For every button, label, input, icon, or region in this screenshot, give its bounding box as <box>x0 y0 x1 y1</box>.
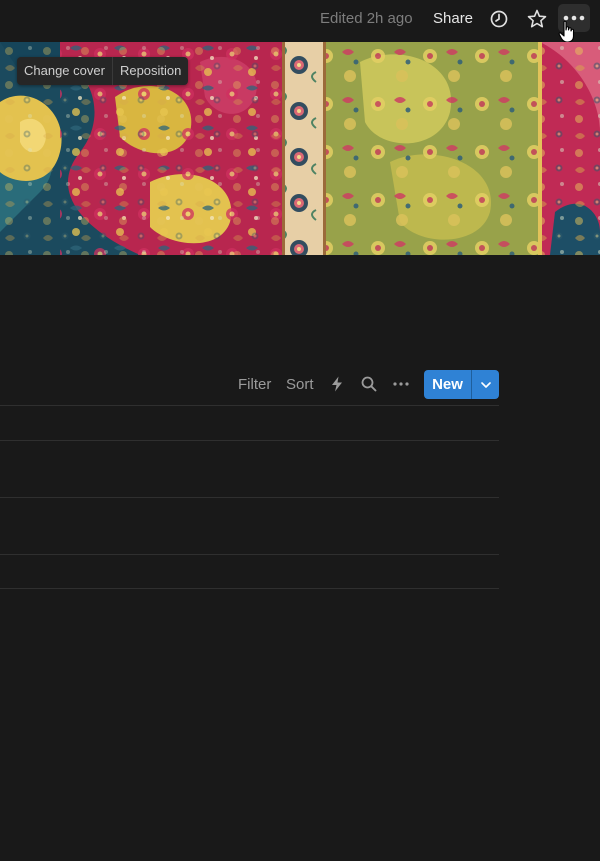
lightning-icon[interactable] <box>327 374 347 394</box>
database-toolbar: Filter Sort <box>0 370 600 400</box>
reposition-button[interactable]: Reposition <box>113 57 188 85</box>
share-button[interactable]: Share <box>433 10 473 27</box>
table-row-divider <box>0 440 499 441</box>
star-icon[interactable] <box>525 7 549 31</box>
change-cover-button[interactable]: Change cover <box>17 57 112 85</box>
hand-cursor-icon <box>558 20 575 43</box>
new-dropdown-button[interactable] <box>472 370 499 399</box>
edited-timestamp: Edited 2h ago <box>320 10 413 27</box>
table-header-divider <box>0 405 499 406</box>
new-button-group: New <box>424 370 499 399</box>
table-row-divider <box>0 497 499 498</box>
clock-icon[interactable] <box>487 7 511 31</box>
cover-actions: Change cover Reposition <box>17 57 189 85</box>
search-icon[interactable] <box>359 374 379 394</box>
more-horizontal-icon[interactable] <box>391 374 411 394</box>
filter-button[interactable]: Filter <box>238 376 271 393</box>
chevron-down-icon <box>480 381 491 388</box>
sort-button[interactable]: Sort <box>286 376 314 393</box>
table-row-divider <box>0 588 499 589</box>
table-row-divider <box>0 554 499 555</box>
new-button[interactable]: New <box>424 370 471 399</box>
top-bar: Edited 2h ago Share <box>0 0 600 43</box>
